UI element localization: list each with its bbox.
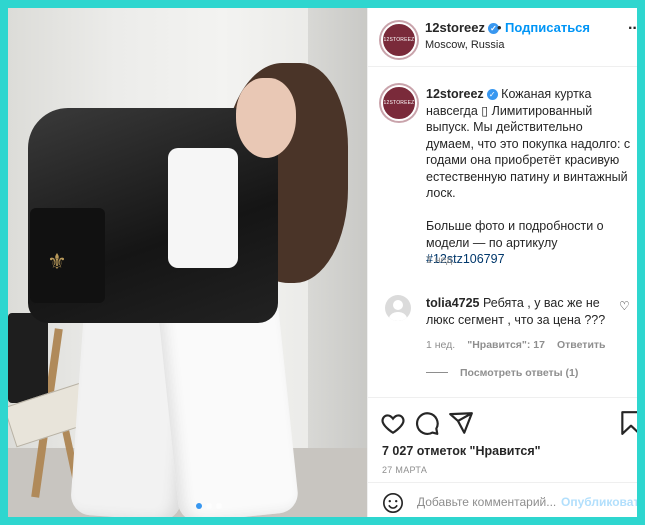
photo-face (236, 78, 296, 158)
author-avatar[interactable]: 12STOREEZ (381, 22, 417, 58)
add-comment-bar: Добавьте комментарий... Опубликовать (368, 482, 637, 517)
photo-tshirt (168, 148, 238, 268)
view-replies-button[interactable]: Посмотреть ответы (1) (426, 367, 578, 379)
post-sidebar: 12STOREEZ 12storeez ✓ • Подписаться Mosco… (367, 8, 637, 517)
carousel-dots (196, 503, 222, 509)
comment-meta: 1 нед. "Нравится": 17 Ответить (426, 339, 606, 351)
author-username[interactable]: 12storeez ✓ (425, 20, 499, 35)
comment-time[interactable]: 1 нед. (426, 339, 455, 351)
emoji-icon[interactable] (382, 492, 404, 514)
commenter-avatar[interactable] (385, 295, 411, 321)
post-header: 12STOREEZ 12storeez ✓ • Подписаться Mosco… (368, 8, 637, 67)
share-icon[interactable] (448, 410, 474, 436)
post-date[interactable]: 27 МАРТА (382, 465, 427, 475)
caption-username[interactable]: 12storeez (426, 87, 484, 101)
caption-time[interactable]: 1 нед. (426, 254, 455, 266)
commenter-username[interactable]: tolia4725 (426, 296, 480, 310)
caption-body: Кожаная куртка навсегда ▯ Лимитированный… (426, 87, 631, 200)
comment-like-heart-icon[interactable]: ♡ (619, 299, 630, 313)
photo-bag-logo: ⚜ (47, 249, 67, 274)
more-options-icon[interactable]: ··· (628, 20, 637, 38)
bookmark-icon[interactable] (618, 410, 637, 436)
location-link[interactable]: Moscow, Russia (425, 39, 504, 51)
comment-reply-button[interactable]: Ответить (557, 339, 606, 351)
comment-text: tolia4725 Ребята , у вас же не люкс сегм… (426, 295, 616, 328)
photo-chair-back (8, 313, 48, 403)
post-photo[interactable]: ⚜ (8, 8, 367, 517)
follow-button[interactable]: Подписаться (505, 20, 590, 35)
like-heart-icon[interactable] (380, 410, 406, 436)
caption-text: 12storeez ✓ Кожаная куртка навсегда ▯ Лим… (426, 86, 631, 268)
carousel-dot-3[interactable] (216, 503, 222, 509)
comment-input[interactable]: Добавьте комментарий... (417, 495, 556, 509)
post-actions: 7 027 отметок "Нравится" 27 МАРТА Добавь… (368, 397, 637, 517)
carousel-dot-2[interactable] (206, 503, 212, 509)
header-separator: • (497, 20, 502, 35)
caption-avatar[interactable]: 12STOREEZ (381, 85, 417, 121)
view-replies-line (426, 372, 448, 373)
post-modal: ⚜ 12STOREEZ 12storeez ✓ • Подписаться Mos… (8, 8, 637, 517)
publish-button[interactable]: Опубликовать (561, 495, 637, 509)
comment-icon[interactable] (414, 410, 440, 436)
view-replies-label[interactable]: Посмотреть ответы (1) (460, 367, 578, 379)
verified-icon: ✓ (486, 89, 498, 100)
caption-body-2: Больше фото и подробности о модели — по … (426, 219, 604, 250)
carousel-dot-1[interactable] (196, 503, 202, 509)
comment-likes[interactable]: "Нравится": 17 (467, 339, 545, 351)
author-username-text[interactable]: 12storeez (425, 20, 485, 35)
action-icons (380, 410, 637, 436)
likes-count[interactable]: 7 027 отметок "Нравится" (382, 444, 541, 458)
comments-section: 12STOREEZ 12storeez ✓ Кожаная куртка навс… (368, 67, 637, 397)
